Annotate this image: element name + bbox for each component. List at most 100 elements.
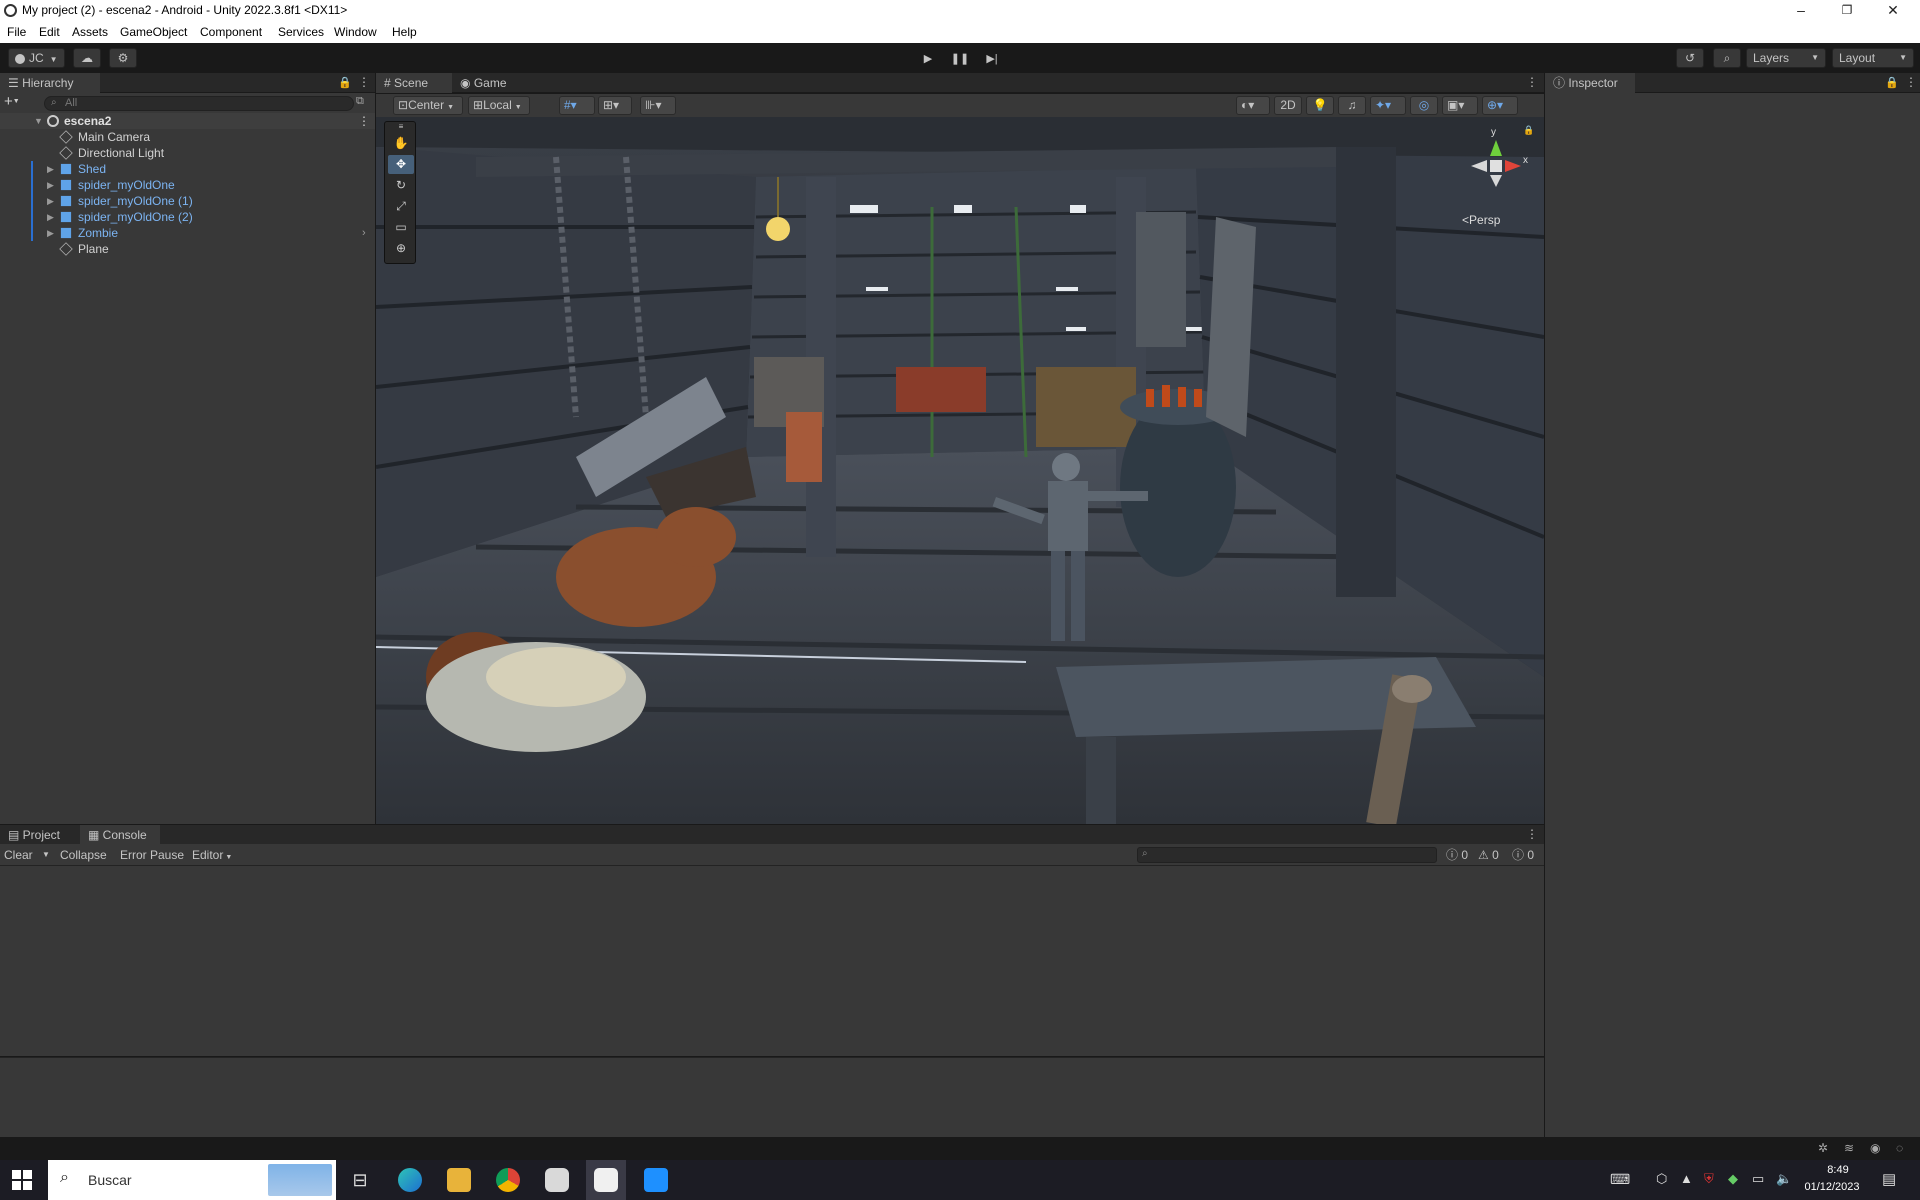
log-count-toggle[interactable]: ⓘ 0 [1446,846,1468,864]
kebab-menu-icon[interactable]: ⋮ [1905,75,1917,89]
menu-services[interactable]: Services [278,25,324,39]
cache-icon[interactable]: ◉ [1870,1141,1880,1155]
file-explorer-icon[interactable] [447,1168,471,1192]
collapse-button[interactable]: Collapse [60,846,107,864]
expand-arrow-icon[interactable]: ▶ [47,209,54,225]
volume-muted-icon[interactable]: 🔈 [1776,1171,1792,1187]
scene-picker-icon[interactable]: ⧉ [356,95,364,108]
expand-arrow-icon[interactable]: ▼ [34,113,43,129]
photos-icon[interactable] [644,1168,668,1192]
menu-edit[interactable]: Edit [39,25,60,39]
task-view-icon[interactable]: ⊟ [348,1168,372,1192]
expand-arrow-icon[interactable]: ▶ [47,193,54,209]
step-button[interactable]: ▶| [978,49,1006,69]
chrome-icon[interactable] [496,1168,520,1192]
account-dropdown[interactable]: JC ▼ [8,48,65,68]
network-icon[interactable]: ▭ [1752,1171,1764,1187]
taskbar-search[interactable]: ⌕ Buscar [48,1160,336,1200]
hierarchy-item[interactable]: Directional Light [0,145,375,161]
create-button[interactable]: +▼ [4,94,34,111]
unity-editor-taskbar-button[interactable] [586,1160,626,1200]
expand-arrow-icon[interactable]: ▶ [47,177,54,193]
move-tool-button[interactable]: ✥ [388,155,414,174]
rect-tool-button[interactable]: ▭ [388,218,414,237]
shading-mode-dropdown[interactable]: ◐▾ [1236,96,1270,115]
gizmo-neg-y-axis-icon[interactable] [1490,175,1502,187]
tray-security-icon[interactable]: ⛨ [1704,1171,1714,1187]
effects-dropdown[interactable]: ✦▾ [1370,96,1406,115]
gizmo-x-axis-icon[interactable] [1505,160,1521,172]
hand-tool-button[interactable]: ✋ [388,134,414,153]
notifications-icon[interactable]: ▤ [1882,1170,1896,1188]
tab-console[interactable]: ▦ Console [80,825,160,845]
gizmo-center-cube-icon[interactable] [1490,160,1502,172]
space-local-dropdown[interactable]: ⊞Local ▼ [468,96,530,115]
edge-icon[interactable] [398,1168,422,1192]
pivot-center-dropdown[interactable]: ⊡Center ▼ [393,96,463,115]
hierarchy-item[interactable]: ▶ spider_myOldOne [0,177,375,193]
kebab-menu-icon[interactable]: ⋮ [358,75,370,89]
hierarchy-item[interactable]: Plane [0,241,375,257]
scale-tool-button[interactable]: ⤢ [388,197,414,216]
gizmo-neg-x-axis-icon[interactable] [1471,160,1487,172]
collab-button[interactable]: ⚙ [109,48,137,68]
windows-start-icon[interactable] [12,1170,32,1190]
layout-dropdown[interactable]: Layout ▼ [1832,48,1914,68]
editor-dropdown[interactable]: Editor ▼ [192,846,232,864]
progress-icon[interactable]: ◌ [1896,1141,1903,1155]
layers-dropdown[interactable]: Layers ▼ [1746,48,1826,68]
lock-icon[interactable]: 🔒 [1523,125,1534,136]
toggle-2d-button[interactable]: 2D [1274,96,1302,115]
kebab-menu-icon[interactable]: ⋮ [358,113,370,129]
drag-handle-icon[interactable]: ≡ [388,123,414,131]
clock-time[interactable]: 8:49 [1812,1164,1864,1176]
tray-app-icon[interactable]: ▲ [1680,1171,1693,1186]
tab-hierarchy[interactable]: ☰ Hierarchy [0,73,100,93]
keyboard-icon[interactable]: ⌨ [1610,1171,1630,1188]
hierarchy-item[interactable]: Main Camera [0,129,375,145]
warning-count-toggle[interactable]: ⚠ 0 [1478,846,1499,864]
menu-gameobject[interactable]: GameObject [120,25,187,39]
error-pause-button[interactable]: Error Pause [120,846,184,864]
console-search-input[interactable]: ⌕ [1137,847,1437,863]
visibility-toggle[interactable]: ◎ [1410,96,1438,115]
clear-button[interactable]: Clear [4,846,33,864]
grid-toggle-button[interactable]: ⊞▾ [598,96,632,115]
unity-hub-icon[interactable] [545,1168,569,1192]
close-button[interactable]: ✕ [1870,0,1916,22]
gizmos-dropdown[interactable]: ⊕▾ [1482,96,1518,115]
hierarchy-item[interactable]: ▶ spider_myOldOne (2) [0,209,375,225]
search-button[interactable]: ⌕ [1713,48,1741,68]
hierarchy-item[interactable]: ▶ Zombie › [0,225,375,241]
kebab-menu-icon[interactable]: ⋮ [1526,75,1538,89]
hierarchy-search-input[interactable]: ⌕ All [44,96,354,111]
chevron-right-icon[interactable]: › [362,225,366,241]
kebab-menu-icon[interactable]: ⋮ [1526,827,1538,841]
cloud-button[interactable]: ☁ [73,48,101,68]
hierarchy-scene-row[interactable]: ▼ escena2 ⋮ [0,113,375,129]
tab-game[interactable]: ◉ Game [452,73,522,93]
tray-nvidia-icon[interactable]: ◆ [1728,1171,1738,1187]
tab-inspector[interactable]: ⓘ Inspector [1545,73,1635,93]
tray-unity-icon[interactable]: ⬡ [1656,1171,1667,1187]
tab-scene[interactable]: # Scene [376,73,452,93]
tab-project[interactable]: ▤ Project [0,825,80,845]
hierarchy-item[interactable]: ▶ spider_myOldOne (1) [0,193,375,209]
hierarchy-item[interactable]: ▶ Shed [0,161,375,177]
clock-date[interactable]: 01/12/2023 [1800,1181,1864,1193]
lighting-toggle[interactable]: 💡 [1306,96,1334,115]
scene-view[interactable]: y x 🔒 <Persp [376,117,1544,824]
minimize-button[interactable]: – [1778,0,1824,22]
menu-file[interactable]: File [7,25,26,39]
lock-icon[interactable]: 🔒 [338,76,352,89]
error-count-toggle[interactable]: ⓘ 0 [1512,846,1534,864]
menu-assets[interactable]: Assets [72,25,108,39]
menu-window[interactable]: Window [334,25,377,39]
rotate-tool-button[interactable]: ↻ [388,176,414,195]
projection-toggle[interactable]: <Persp [1462,213,1500,227]
increment-snap-button[interactable]: ⊪▾ [640,96,676,115]
transform-tool-button[interactable]: ⊕ [388,239,414,258]
grid-snap-button[interactable]: #▾ [559,96,595,115]
menu-component[interactable]: Component [200,25,262,39]
expand-arrow-icon[interactable]: ▶ [47,161,54,177]
